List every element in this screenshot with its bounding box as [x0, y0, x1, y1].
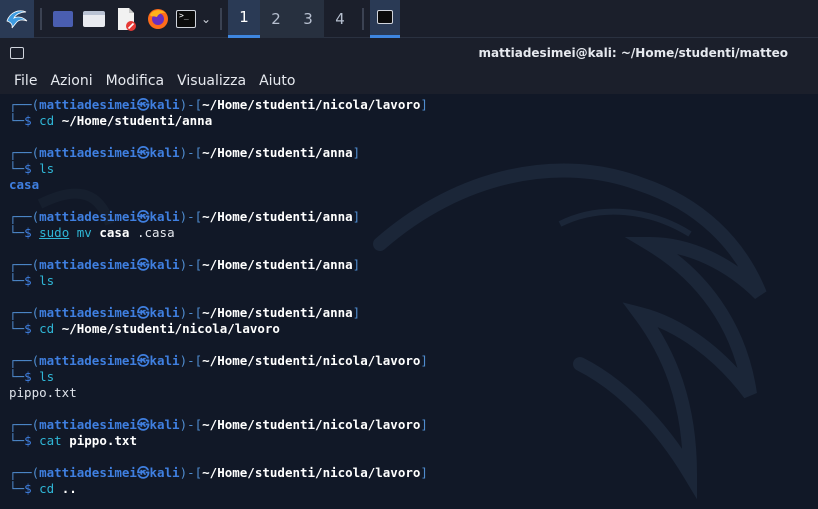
terminal-area[interactable]: ┌──(mattiadesimei㉿kali)-[~/Home/studenti… — [0, 94, 818, 509]
menu-file[interactable]: File — [14, 73, 37, 89]
command-arg: ~/Home/studenti/anna — [61, 113, 213, 128]
prompt-user: mattiadesimei — [39, 145, 137, 160]
prompt-path: ~/Home/studenti/nicola/lavoro — [202, 465, 421, 480]
firefox-icon[interactable] — [142, 0, 174, 38]
prompt-user: mattiadesimei — [39, 465, 137, 480]
prompt-path: ~/Home/studenti/nicola/lavoro — [202, 353, 421, 368]
prompt-host: kali — [149, 209, 180, 224]
command-name: cd — [39, 321, 55, 336]
prompt-user: mattiadesimei — [39, 305, 137, 320]
workspace-3[interactable]: 3 — [292, 0, 324, 38]
window-titlebar[interactable]: mattiadesimei@kali: ~/Home/studenti/matt… — [0, 38, 818, 68]
taskbar-separator — [40, 7, 42, 30]
prompt-host: kali — [149, 353, 180, 368]
terminal-window-icon[interactable] — [370, 0, 400, 38]
output-text: casa — [9, 177, 40, 192]
taskbar-separator — [220, 7, 222, 30]
command-line: └─$ sudo mv casa .casa — [9, 225, 175, 240]
command-name: ls — [39, 273, 55, 288]
workspace-1[interactable]: 1 — [228, 0, 260, 38]
prompt-line: ┌──(mattiadesimei㉿kali)-[~/Home/studenti… — [9, 465, 428, 480]
prompt-path: ~/Home/studenti/anna — [202, 209, 353, 224]
workspace-2[interactable]: 2 — [260, 0, 292, 38]
prompt-line: ┌──(mattiadesimei㉿kali)-[~/Home/studenti… — [9, 209, 361, 224]
prompt-line: ┌──(mattiadesimei㉿kali)-[~/Home/studenti… — [9, 305, 361, 320]
kali-menu-icon[interactable] — [0, 0, 34, 38]
prompt-user: mattiadesimei — [39, 257, 137, 272]
command-line: └─$ cat pippo.txt — [9, 433, 137, 448]
command-name: cd — [39, 113, 55, 128]
command-name: cd — [39, 481, 55, 496]
file-manager-icon[interactable] — [78, 0, 110, 38]
command-line: └─$ cd ~/Home/studenti/anna — [9, 113, 213, 128]
command-arg: ~/Home/studenti/nicola/lavoro — [61, 321, 280, 336]
prompt-path: ~/Home/studenti/anna — [202, 145, 353, 160]
menu-aiuto[interactable]: Aiuto — [259, 73, 295, 89]
menu-bar: File Azioni Modifica Visualizza Aiuto — [0, 68, 818, 94]
command-name: cat — [39, 433, 62, 448]
terminal-icon[interactable]: >_ — [174, 0, 198, 38]
prompt-host: kali — [149, 305, 180, 320]
prompt-path: ~/Home/studenti/nicola/lavoro — [202, 97, 421, 112]
window-title: mattiadesimei@kali: ~/Home/studenti/matt… — [478, 46, 788, 60]
command-name: ls — [39, 369, 55, 384]
taskbar-separator — [362, 7, 364, 30]
prompt-user: mattiadesimei — [39, 353, 137, 368]
prompt-user: mattiadesimei — [39, 209, 137, 224]
command-line: └─$ ls — [9, 273, 55, 288]
output-line: pippo.txt — [9, 385, 428, 401]
prompt-line: ┌──(mattiadesimei㉿kali)-[~/Home/studenti… — [9, 353, 428, 368]
command-line: └─$ ls — [9, 369, 55, 384]
prompt-line: ┌──(mattiadesimei㉿kali)-[~/Home/studenti… — [9, 257, 361, 272]
prompt-host: kali — [149, 257, 180, 272]
prompt-host: kali — [149, 97, 180, 112]
command-line: └─$ cd .. — [9, 481, 77, 496]
text-editor-icon[interactable] — [110, 0, 142, 38]
output-text: pippo.txt — [9, 385, 77, 400]
prompt-user: mattiadesimei — [39, 417, 137, 432]
menu-azioni[interactable]: Azioni — [50, 73, 92, 89]
prompt-path: ~/Home/studenti/anna — [202, 305, 353, 320]
menu-visualizza[interactable]: Visualizza — [177, 73, 246, 89]
prompt-path: ~/Home/studenti/anna — [202, 257, 353, 272]
prompt-line: ┌──(mattiadesimei㉿kali)-[~/Home/studenti… — [9, 97, 428, 112]
command-arg: .. — [61, 481, 77, 496]
prompt-path: ~/Home/studenti/nicola/lavoro — [202, 417, 421, 432]
prompt-host: kali — [149, 145, 180, 160]
output-line: casa — [9, 177, 428, 193]
prompt-line: ┌──(mattiadesimei㉿kali)-[~/Home/studenti… — [9, 417, 428, 432]
command-name: ls — [39, 161, 55, 176]
command-line: └─$ ls — [9, 161, 55, 176]
chevron-down-icon[interactable]: ⌄ — [198, 0, 214, 38]
command-arg: pippo.txt — [69, 433, 137, 448]
show-desktop-icon[interactable] — [48, 0, 78, 38]
workspace-4[interactable]: 4 — [324, 0, 356, 38]
prompt-host: kali — [149, 417, 180, 432]
terminal-output: ┌──(mattiadesimei㉿kali)-[~/Home/studenti… — [9, 97, 428, 497]
menu-modifica[interactable]: Modifica — [106, 73, 165, 89]
taskbar: >_ ⌄ 1 2 3 4 — [0, 0, 818, 38]
prompt-host: kali — [149, 465, 180, 480]
command-line: └─$ cd ~/Home/studenti/nicola/lavoro — [9, 321, 280, 336]
window-terminal-icon — [10, 47, 24, 59]
prompt-line: ┌──(mattiadesimei㉿kali)-[~/Home/studenti… — [9, 145, 361, 160]
prompt-user: mattiadesimei — [39, 97, 137, 112]
